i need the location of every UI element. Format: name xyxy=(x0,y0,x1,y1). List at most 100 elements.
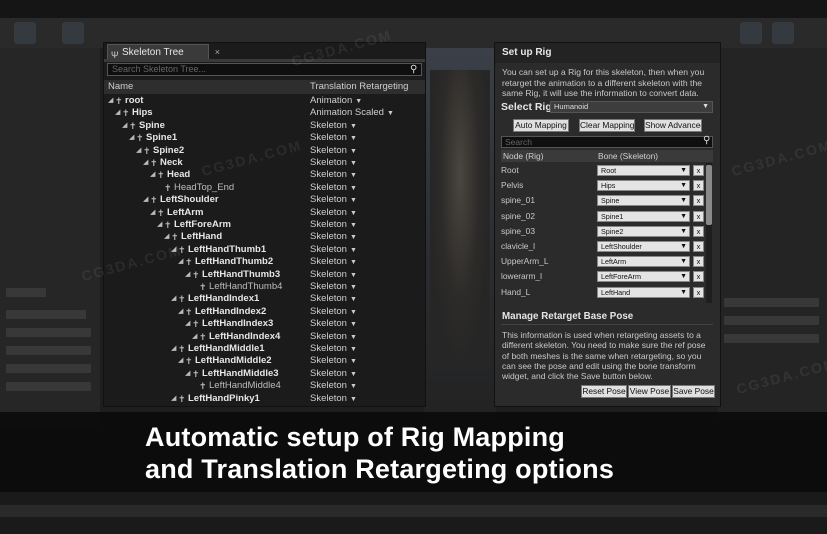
mapping-search-input[interactable]: Search xyxy=(501,136,713,148)
translation-retargeting-dropdown[interactable]: Skeleton ▼ xyxy=(310,145,357,158)
bone-row[interactable]: ◢ ✝ LeftHandThumb3 Skeleton ▼ xyxy=(104,269,425,281)
bone-select-dropdown[interactable]: LeftHand ▼ xyxy=(597,286,690,298)
translation-retargeting-dropdown[interactable]: Skeleton ▼ xyxy=(310,331,357,344)
bone-row[interactable]: ◢ ✝ Spine1 Skeleton ▼ xyxy=(104,132,425,144)
bone-row[interactable]: ◢ ✝ LeftForeArm Skeleton ▼ xyxy=(104,219,425,231)
translation-retargeting-dropdown[interactable]: Animation Scaled ▼ xyxy=(310,107,394,120)
show-advanced-button[interactable]: Show Advanced xyxy=(644,119,702,132)
clear-bone-button[interactable]: x xyxy=(693,165,704,176)
translation-retargeting-dropdown[interactable]: Skeleton ▼ xyxy=(310,120,357,133)
expand-arrow-icon[interactable]: ◢ xyxy=(171,343,176,355)
expand-arrow-icon[interactable]: ◢ xyxy=(136,145,141,157)
clear-bone-button[interactable]: x xyxy=(693,256,704,268)
expand-arrow-icon[interactable]: ◢ xyxy=(171,393,176,405)
clear-bone-button[interactable]: x xyxy=(693,241,704,252)
expand-arrow-icon[interactable]: ◢ xyxy=(129,132,134,144)
expand-arrow-icon[interactable]: ◢ xyxy=(115,107,120,119)
bone-row[interactable]: ◢ ✝ Spine Skeleton ▼ xyxy=(104,120,425,132)
bone-row[interactable]: ◢ ✝ Hips Animation Scaled ▼ xyxy=(104,107,425,119)
translation-retargeting-dropdown[interactable]: Skeleton ▼ xyxy=(310,244,357,257)
search-icon[interactable]: ⚲ xyxy=(703,135,710,146)
auto-mapping-button[interactable]: Auto Mapping xyxy=(513,119,569,132)
bone-row[interactable]: ◢ ✝ LeftHandIndex3 Skeleton ▼ xyxy=(104,318,425,330)
expand-arrow-icon[interactable]: ◢ xyxy=(185,368,190,380)
expand-arrow-icon[interactable]: ◢ xyxy=(143,194,148,206)
bone-row[interactable]: ✝ LeftHandMiddle4 Skeleton ▼ xyxy=(104,380,425,392)
bone-row[interactable]: ◢ ✝ LeftHandIndex1 Skeleton ▼ xyxy=(104,293,425,305)
skeleton-tree-tab[interactable]: Ψ Skeleton Tree × xyxy=(107,44,220,60)
bone-select-dropdown[interactable]: Hips ▼ xyxy=(597,180,690,192)
translation-retargeting-dropdown[interactable]: Skeleton ▼ xyxy=(310,343,357,356)
expand-arrow-icon[interactable]: ◢ xyxy=(185,318,190,330)
translation-retargeting-dropdown[interactable]: Skeleton ▼ xyxy=(310,256,357,269)
bone-select-dropdown[interactable]: Root ▼ xyxy=(597,165,690,176)
search-icon[interactable]: ⚲ xyxy=(410,63,417,76)
translation-retargeting-dropdown[interactable]: Skeleton ▼ xyxy=(310,231,357,244)
translation-retargeting-dropdown[interactable]: Animation ▼ xyxy=(310,95,362,108)
expand-arrow-icon[interactable]: ◢ xyxy=(192,331,197,343)
bone-row[interactable]: ✝ LeftHandThumb4 Skeleton ▼ xyxy=(104,281,425,293)
bone-select-dropdown[interactable]: LeftShoulder ▼ xyxy=(597,241,690,252)
select-rig-dropdown[interactable]: Humanoid ▼ xyxy=(550,101,713,113)
expand-arrow-icon[interactable]: ◢ xyxy=(150,207,155,219)
clear-mapping-button[interactable]: Clear Mapping xyxy=(579,119,635,132)
translation-retargeting-dropdown[interactable]: Skeleton ▼ xyxy=(310,318,357,331)
expand-arrow-icon[interactable]: ◢ xyxy=(122,120,127,132)
bone-row[interactable]: ◢ ✝ LeftShoulder Skeleton ▼ xyxy=(104,194,425,206)
clear-bone-button[interactable]: x xyxy=(693,210,704,222)
view-pose-button[interactable]: View Pose xyxy=(628,385,671,398)
clear-bone-button[interactable]: x xyxy=(693,286,704,298)
translation-retargeting-dropdown[interactable]: Skeleton ▼ xyxy=(310,207,357,220)
translation-retargeting-dropdown[interactable]: Skeleton ▼ xyxy=(310,182,357,195)
clear-bone-button[interactable]: x xyxy=(693,225,704,237)
translation-retargeting-dropdown[interactable]: Skeleton ▼ xyxy=(310,355,357,368)
expand-arrow-icon[interactable]: ◢ xyxy=(150,169,155,181)
skeleton-search-input[interactable]: Search Skeleton Tree... xyxy=(107,63,422,76)
expand-arrow-icon[interactable]: ◢ xyxy=(157,219,162,231)
bone-row[interactable]: ◢ ✝ root Animation ▼ xyxy=(104,95,425,107)
expand-arrow-icon[interactable]: ◢ xyxy=(178,306,183,318)
bone-row[interactable]: ✝ HeadTop_End Skeleton ▼ xyxy=(104,182,425,194)
expand-arrow-icon[interactable]: ◢ xyxy=(171,293,176,305)
translation-retargeting-dropdown[interactable]: Skeleton ▼ xyxy=(310,306,357,319)
bone-row[interactable]: ◢ ✝ LeftHand Skeleton ▼ xyxy=(104,231,425,243)
bone-row[interactable]: ◢ ✝ Head Skeleton ▼ xyxy=(104,169,425,181)
clear-bone-button[interactable]: x xyxy=(693,271,704,283)
bone-row[interactable]: ◢ ✝ LeftArm Skeleton ▼ xyxy=(104,207,425,219)
expand-arrow-icon[interactable]: ◢ xyxy=(185,269,190,281)
reset-pose-button[interactable]: Reset Pose xyxy=(581,385,627,398)
name-column-header[interactable]: Name xyxy=(108,80,133,94)
translation-retargeting-dropdown[interactable]: Skeleton ▼ xyxy=(310,157,357,170)
close-icon[interactable]: × xyxy=(215,45,220,60)
bone-row[interactable]: ◢ ✝ LeftHandMiddle1 Skeleton ▼ xyxy=(104,343,425,355)
bone-select-dropdown[interactable]: Spine ▼ xyxy=(597,195,690,207)
mapping-scrollbar[interactable] xyxy=(706,163,712,303)
bone-row[interactable]: ◢ ✝ LeftHandIndex4 Skeleton ▼ xyxy=(104,331,425,343)
translation-retargeting-dropdown[interactable]: Skeleton ▼ xyxy=(310,293,357,306)
save-pose-button[interactable]: Save Pose xyxy=(672,385,715,398)
translation-retargeting-column-header[interactable]: Translation Retargeting xyxy=(310,80,408,94)
translation-retargeting-dropdown[interactable]: Skeleton ▼ xyxy=(310,169,357,182)
clear-bone-button[interactable]: x xyxy=(693,180,704,192)
translation-retargeting-dropdown[interactable]: Skeleton ▼ xyxy=(310,269,357,282)
scrollbar-thumb[interactable] xyxy=(706,165,712,225)
translation-retargeting-dropdown[interactable]: Skeleton ▼ xyxy=(310,132,357,145)
bone-select-dropdown[interactable]: LeftForeArm ▼ xyxy=(597,271,690,283)
expand-arrow-icon[interactable]: ◢ xyxy=(178,355,183,367)
bone-row[interactable]: ◢ ✝ LeftHandMiddle2 Skeleton ▼ xyxy=(104,355,425,367)
translation-retargeting-dropdown[interactable]: Skeleton ▼ xyxy=(310,380,357,393)
expand-arrow-icon[interactable]: ◢ xyxy=(108,95,113,107)
bone-select-dropdown[interactable]: Spine2 ▼ xyxy=(597,225,690,237)
translation-retargeting-dropdown[interactable]: Skeleton ▼ xyxy=(310,393,357,406)
expand-arrow-icon[interactable]: ◢ xyxy=(143,157,148,169)
translation-retargeting-dropdown[interactable]: Skeleton ▼ xyxy=(310,281,357,294)
expand-arrow-icon[interactable]: ◢ xyxy=(164,231,169,243)
bone-row[interactable]: ◢ ✝ LeftHandPinky1 Skeleton ▼ xyxy=(104,393,425,405)
bone-select-dropdown[interactable]: Spine1 ▼ xyxy=(597,210,690,222)
clear-bone-button[interactable]: x xyxy=(693,195,704,207)
translation-retargeting-dropdown[interactable]: Skeleton ▼ xyxy=(310,368,357,381)
bone-row[interactable]: ◢ ✝ LeftHandMiddle3 Skeleton ▼ xyxy=(104,368,425,380)
translation-retargeting-dropdown[interactable]: Skeleton ▼ xyxy=(310,194,357,207)
bone-row[interactable]: ◢ ✝ LeftHandIndex2 Skeleton ▼ xyxy=(104,306,425,318)
bone-select-dropdown[interactable]: LeftArm ▼ xyxy=(597,256,690,268)
